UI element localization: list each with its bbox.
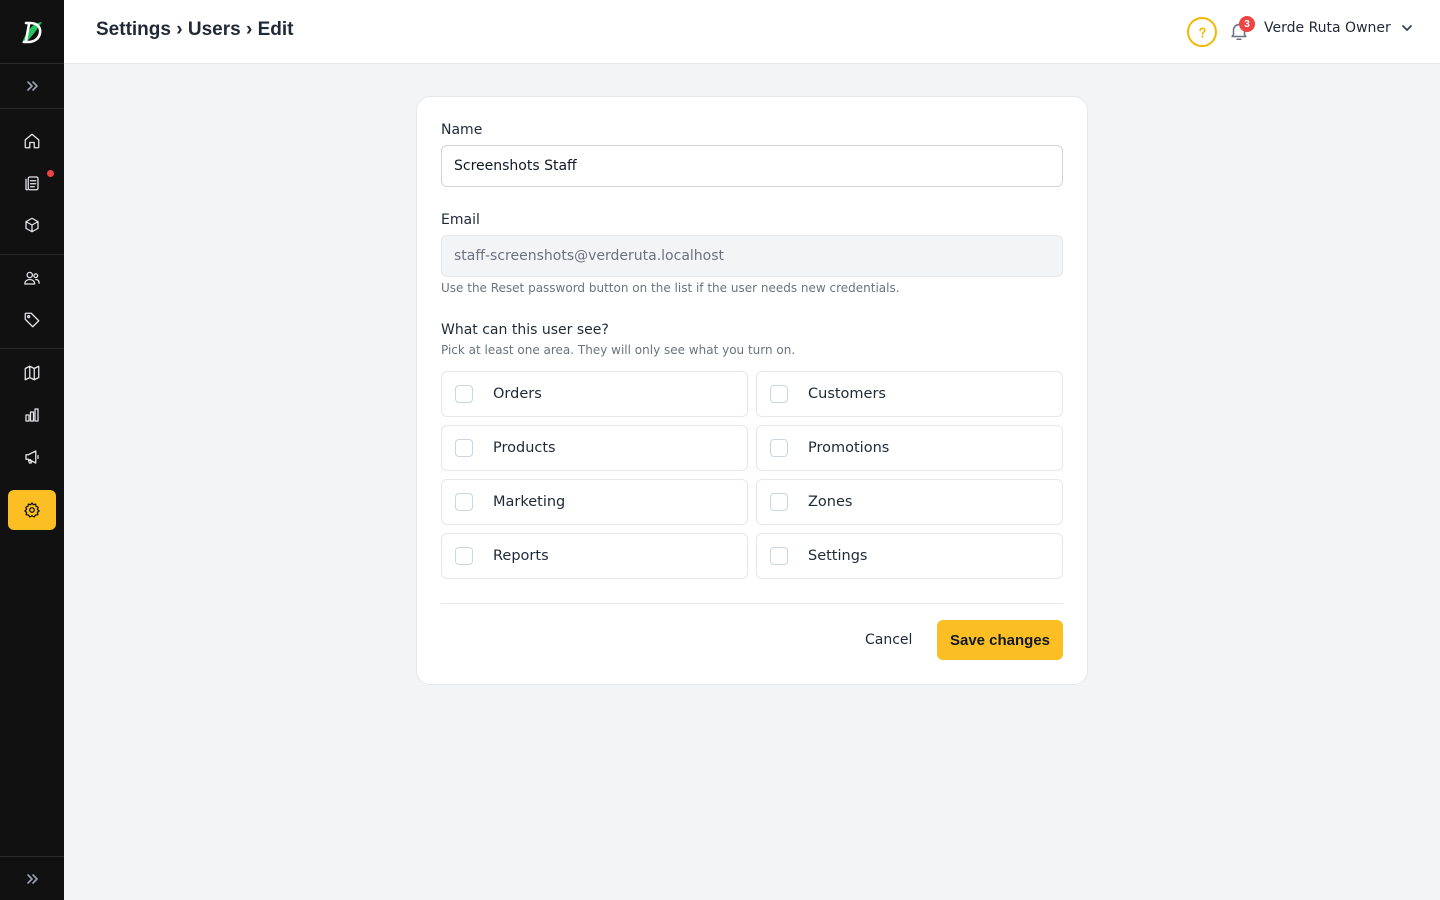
chevrons-right-icon (27, 81, 38, 91)
name-input[interactable]: Screenshots Staff (441, 145, 1063, 187)
cancel-button[interactable]: Cancel (849, 620, 928, 660)
sidebar-item-products[interactable] (8, 205, 56, 245)
form-divider (441, 603, 1063, 604)
permission-checkbox[interactable] (770, 547, 788, 565)
notification-count-badge: 3 (1239, 16, 1255, 32)
users-icon (24, 271, 40, 285)
clipboard-icon (25, 176, 39, 191)
email-input: staff-screenshots@verderuta.localhost (441, 235, 1063, 277)
sidebar-item-orders[interactable] (8, 163, 56, 203)
collapse-sidebar-button[interactable] (0, 856, 64, 900)
bar-chart-icon (25, 408, 39, 422)
top-header: Settings › Users › Edit 3 Verde Ruta Own… (64, 0, 1440, 64)
permission-label: Customers (808, 386, 886, 402)
sidebar-item-zones[interactable] (8, 353, 56, 393)
save-changes-button[interactable]: Save changes (937, 620, 1063, 660)
email-input-value: staff-screenshots@verderuta.localhost (454, 248, 725, 264)
permission-label: Reports (493, 548, 549, 564)
expand-sidebar-button[interactable] (0, 64, 64, 109)
permissions-title: What can this user see? (441, 322, 609, 338)
sidebar-item-settings[interactable] (8, 490, 56, 530)
breadcrumb: Settings › Users › Edit (96, 19, 293, 41)
permission-checkbox[interactable] (770, 439, 788, 457)
notification-dot (47, 170, 54, 177)
box-icon (25, 217, 39, 233)
app-logo[interactable] (0, 0, 64, 64)
permission-zones[interactable]: Zones (756, 479, 1063, 525)
permission-checkbox[interactable] (770, 385, 788, 403)
permission-checkbox[interactable] (770, 493, 788, 511)
edit-user-card: Name Screenshots Staff Email staff-scree… (416, 96, 1088, 685)
sidebar-item-home[interactable] (8, 121, 56, 161)
chevrons-right-icon (27, 873, 38, 884)
map-icon (24, 365, 40, 381)
permission-label: Products (493, 440, 556, 456)
permission-orders[interactable]: Orders (441, 371, 748, 417)
sidebar-item-customers[interactable] (8, 258, 56, 298)
tag-icon (24, 312, 40, 328)
permission-checkbox[interactable] (455, 493, 473, 511)
permission-checkbox[interactable] (455, 439, 473, 457)
home-icon (24, 133, 40, 149)
permission-label: Settings (808, 548, 868, 564)
permission-label: Marketing (493, 494, 566, 510)
permission-marketing[interactable]: Marketing (441, 479, 748, 525)
sidebar-item-promotions[interactable] (8, 300, 56, 340)
user-name: Verde Ruta Owner (1264, 20, 1391, 36)
permissions-subtitle: Pick at least one area. They will only s… (441, 343, 796, 357)
sidebar-divider (0, 254, 64, 255)
breadcrumb-separator: › (176, 19, 183, 40)
help-button[interactable] (1187, 17, 1217, 47)
help-circle-icon (1198, 26, 1206, 38)
permission-checkbox[interactable] (455, 547, 473, 565)
sidebar (0, 0, 64, 900)
name-input-value: Screenshots Staff (454, 158, 577, 174)
breadcrumb-separator: › (245, 19, 253, 40)
sidebar-divider (0, 348, 64, 349)
logo-mark-icon (22, 21, 42, 43)
breadcrumb-settings[interactable]: Settings (96, 19, 171, 40)
email-label: Email (441, 212, 480, 228)
permission-promotions[interactable]: Promotions (756, 425, 1063, 471)
sidebar-item-reports[interactable] (8, 395, 56, 435)
chevron-down-icon (1401, 25, 1412, 31)
permission-checkbox[interactable] (455, 385, 473, 403)
permission-customers[interactable]: Customers (756, 371, 1063, 417)
permission-settings[interactable]: Settings (756, 533, 1063, 579)
permission-reports[interactable]: Reports (441, 533, 748, 579)
breadcrumb-users[interactable]: Users (188, 19, 241, 40)
email-hint: Use the Reset password button on the lis… (441, 281, 900, 295)
gear-icon (24, 502, 40, 518)
sidebar-item-marketing[interactable] (8, 437, 56, 477)
permission-label: Zones (808, 494, 853, 510)
permission-label: Orders (493, 386, 542, 402)
user-menu[interactable]: Verde Ruta Owner (1264, 20, 1414, 36)
permission-products[interactable]: Products (441, 425, 748, 471)
name-label: Name (441, 122, 483, 138)
permission-label: Promotions (808, 440, 890, 456)
breadcrumb-edit: Edit (257, 19, 294, 40)
megaphone-icon (25, 450, 39, 464)
